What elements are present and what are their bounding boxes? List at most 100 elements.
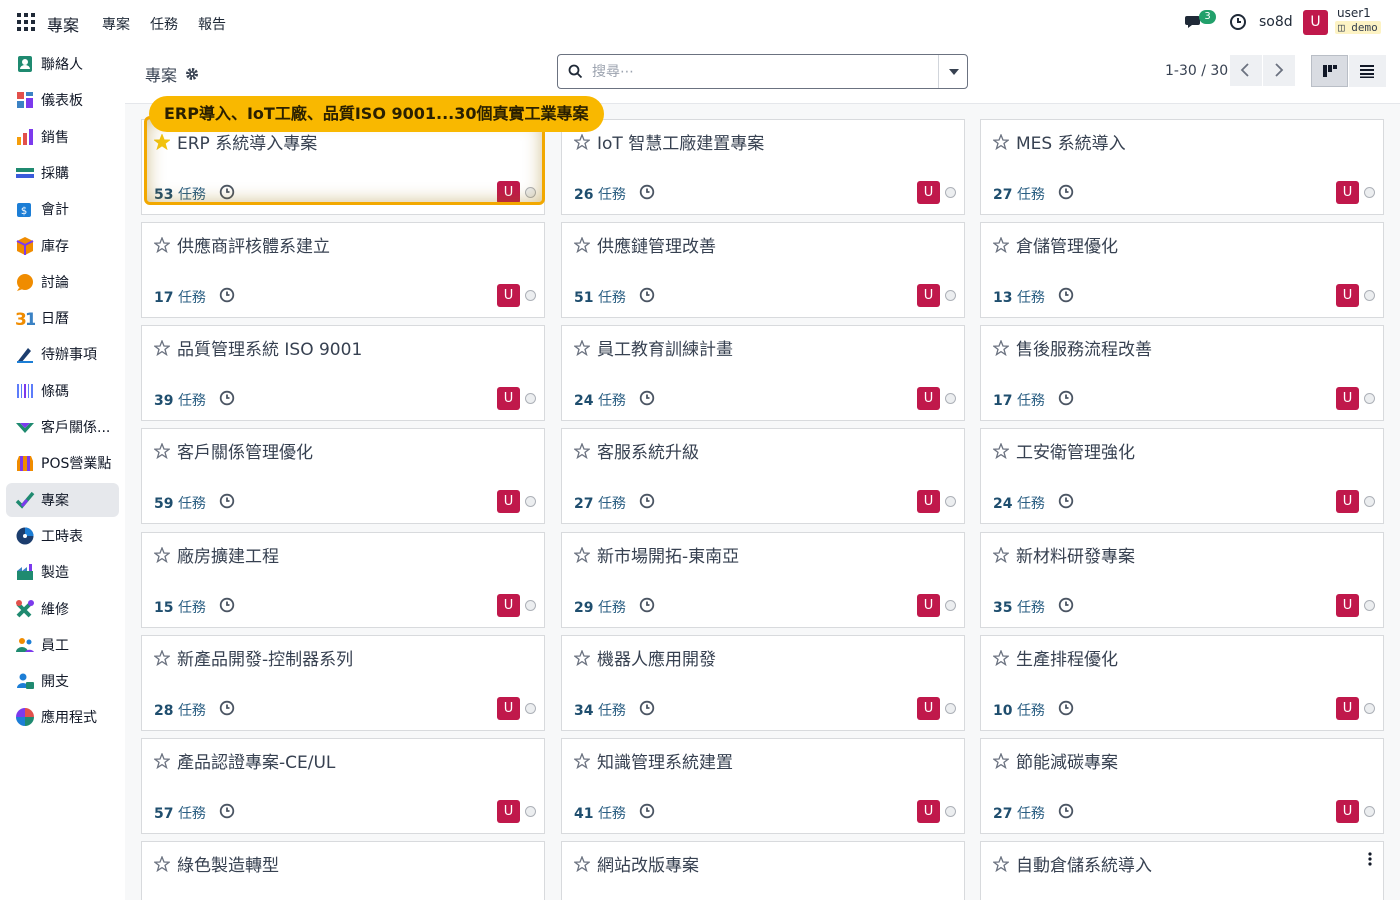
status-indicator[interactable] [1364,496,1375,507]
task-count-link[interactable]: 15 任務 [154,597,206,617]
task-count-link[interactable]: 29 任務 [574,597,626,617]
task-count-link[interactable]: 41 任務 [574,803,626,823]
activity-clock-icon[interactable] [1058,597,1074,613]
user-avatar[interactable]: U [917,284,940,307]
task-count-link[interactable]: 39 任務 [154,390,206,410]
project-title[interactable]: 客戶關係管理優化 [177,438,313,463]
project-title[interactable]: 生產排程優化 [1016,645,1118,670]
task-count-link[interactable]: 34 任務 [574,700,626,720]
status-indicator[interactable] [945,496,956,507]
project-card[interactable]: 員工教育訓練計畫 24 任務 U [561,325,965,421]
pager-previous-button[interactable] [1230,55,1262,86]
activity-clock-icon[interactable] [1058,390,1074,406]
favorite-star-icon[interactable] [993,856,1009,872]
status-indicator[interactable] [525,496,536,507]
user-avatar[interactable]: U [917,697,940,720]
status-indicator[interactable] [1364,393,1375,404]
sidebar-item[interactable]: 3 1 日曆 [6,301,119,335]
activity-clock-icon[interactable] [1058,184,1074,200]
project-title[interactable]: 品質管理系統 ISO 9001 [177,335,362,360]
project-title[interactable]: 工安衛管理強化 [1016,438,1135,463]
project-title[interactable]: 客服系統升級 [597,438,699,463]
project-card[interactable]: 生產排程優化 10 任務 U [980,635,1384,731]
task-count-link[interactable]: 51 任務 [574,287,626,307]
favorite-star-icon[interactable] [993,753,1009,769]
activity-clock-icon[interactable] [1058,493,1074,509]
activity-clock-icon[interactable] [639,803,655,819]
project-card[interactable]: 新材料研發專案 35 任務 U [980,532,1384,628]
task-count-link[interactable]: 17 任務 [154,287,206,307]
project-card[interactable]: 網站改版專案 [561,841,965,900]
status-indicator[interactable] [525,806,536,817]
task-count-link[interactable]: 28 任務 [154,700,206,720]
user-name[interactable]: user1 [1337,6,1371,20]
favorite-star-icon[interactable] [574,547,590,563]
project-card[interactable]: MES 系統導入 27 任務 U [980,119,1384,215]
favorite-star-icon[interactable] [574,443,590,459]
status-indicator[interactable] [525,600,536,611]
project-card[interactable]: 廠房擴建工程 15 任務 U [141,532,545,628]
activity-clock-icon[interactable] [219,493,235,509]
company-name[interactable]: so8d [1259,14,1293,30]
activity-clock-icon[interactable] [1058,700,1074,716]
project-title[interactable]: MES 系統導入 [1016,129,1126,154]
status-indicator[interactable] [945,393,956,404]
sidebar-item[interactable]: 儀表板 [6,83,119,117]
sidebar-item[interactable]: $ 會計 [6,192,119,226]
project-title[interactable]: 自動倉儲系統導入 [1016,851,1152,876]
status-indicator[interactable] [1364,703,1375,714]
sidebar-item[interactable]: 專案 [6,482,119,517]
list-view-button[interactable] [1349,55,1386,87]
sidebar-item[interactable]: 銷售 [6,120,119,154]
gear-icon[interactable] [185,67,199,81]
sidebar-item[interactable]: 應用程式 [6,700,119,734]
project-title[interactable]: 廠房擴建工程 [177,542,279,567]
project-card[interactable]: 機器人應用開發 34 任務 U [561,635,965,731]
project-title[interactable]: 新產品開發-控制器系列 [177,645,353,670]
project-title[interactable]: 新材料研發專案 [1016,542,1135,567]
status-indicator[interactable] [525,393,536,404]
sidebar-item[interactable]: 製造 [6,555,119,589]
sidebar-item[interactable]: 員工 [6,628,119,662]
task-count-link[interactable]: 57 任務 [154,803,206,823]
task-count-link[interactable]: 35 任務 [993,597,1045,617]
activity-clock-icon[interactable] [219,597,235,613]
favorite-star-icon[interactable] [993,443,1009,459]
favorite-star-icon[interactable] [154,443,170,459]
project-card[interactable]: 客戶關係管理優化 59 任務 U [141,428,545,524]
user-avatar[interactable]: U [497,594,520,617]
project-title[interactable]: 綠色製造轉型 [177,851,279,876]
favorite-star-icon[interactable] [154,547,170,563]
task-count-link[interactable]: 24 任務 [574,390,626,410]
pager-value[interactable]: 1-30 / 30 [1165,63,1228,79]
activity-clock-icon[interactable] [1058,287,1074,303]
status-indicator[interactable] [1364,806,1375,817]
user-avatar[interactable]: U [497,387,520,410]
status-indicator[interactable] [945,703,956,714]
favorite-star-icon[interactable] [154,340,170,356]
activity-clock-icon[interactable] [639,184,655,200]
project-title[interactable]: 供應商評核體系建立 [177,232,330,257]
user-avatar[interactable]: U [1336,181,1359,204]
project-title[interactable]: IoT 智慧工廠建置專案 [597,129,764,154]
favorite-star-icon[interactable] [574,753,590,769]
user-avatar[interactable]: U [497,697,520,720]
project-card[interactable]: 客服系統升級 27 任務 U [561,428,965,524]
kebab-menu-icon[interactable] [1368,852,1372,866]
activity-clock-icon[interactable] [639,700,655,716]
project-title[interactable]: 倉儲管理優化 [1016,232,1118,257]
user-avatar[interactable]: U [1336,697,1359,720]
project-card[interactable]: 產品認證專案-CE/UL 57 任務 U [141,738,545,834]
activity-clock-icon[interactable] [219,803,235,819]
task-count-link[interactable]: 17 任務 [993,390,1045,410]
apps-grid-icon[interactable] [17,13,35,31]
project-title[interactable]: 機器人應用開發 [597,645,716,670]
project-card[interactable]: 品質管理系統 ISO 9001 39 任務 U [141,325,545,421]
favorite-star-icon[interactable] [574,856,590,872]
task-count-link[interactable]: 26 任務 [574,184,626,204]
user-avatar[interactable]: U [497,490,520,513]
favorite-star-icon[interactable] [993,650,1009,666]
project-card[interactable]: 自動倉儲系統導入 [980,841,1384,900]
activity-clock-icon[interactable] [1229,13,1247,31]
sidebar-item[interactable]: 開支 [6,664,119,698]
